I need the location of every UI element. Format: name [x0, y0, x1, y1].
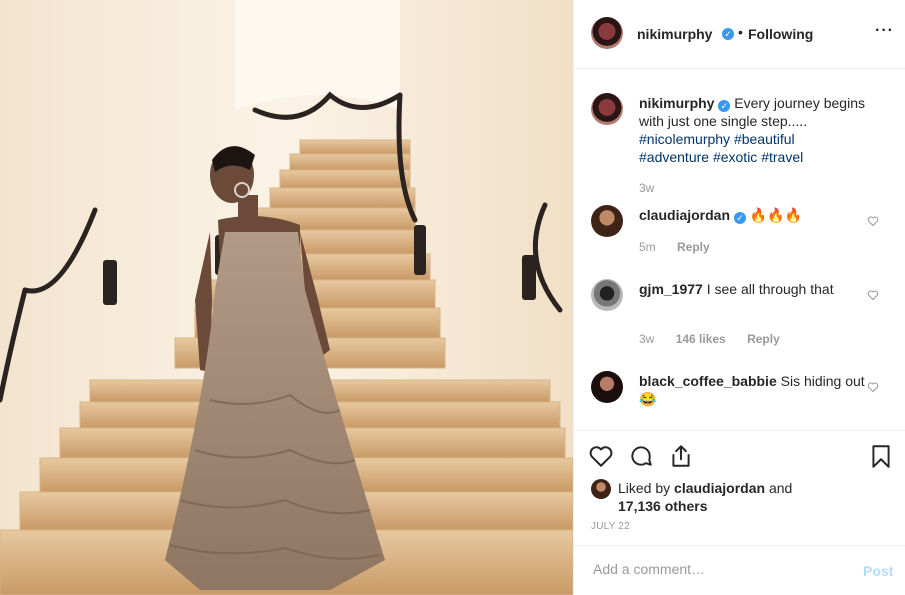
- comments-list[interactable]: nikimurphy ✓ Every journey begins with j…: [574, 70, 905, 430]
- caption-body: nikimurphy ✓ Every journey begins with j…: [639, 94, 871, 166]
- caption-time[interactable]: 3w: [639, 181, 654, 195]
- caption-username[interactable]: nikimurphy: [639, 95, 714, 111]
- comment-text: 🔥🔥🔥: [749, 207, 803, 223]
- liked-by-others[interactable]: 17,136 others: [618, 498, 708, 514]
- comment-meta: 3w 146 likes Reply: [639, 332, 798, 346]
- hashtag[interactable]: #travel: [761, 149, 803, 165]
- hashtag[interactable]: #nicolemurphy: [639, 131, 730, 147]
- comment-time[interactable]: 5m: [639, 240, 656, 254]
- commenter-avatar[interactable]: [591, 371, 623, 403]
- comment-username[interactable]: claudiajordan: [639, 207, 730, 223]
- comment-body: claudiajordan ✓ 🔥🔥🔥: [639, 206, 871, 224]
- post-date[interactable]: JULY 22: [591, 521, 630, 532]
- commenter-avatar[interactable]: [591, 279, 623, 311]
- post-comment-button[interactable]: Post: [863, 563, 893, 579]
- post-actions: Liked by claudiajordan and 17,136 others…: [574, 430, 905, 545]
- reply-button[interactable]: Reply: [677, 240, 710, 254]
- hashtag[interactable]: #beautiful: [734, 131, 795, 147]
- comment-like-heart-icon[interactable]: [867, 289, 879, 301]
- verified-badge-icon: ✓: [722, 28, 734, 40]
- add-comment-bar: Post: [574, 545, 905, 595]
- liked-by-avatar[interactable]: [591, 479, 611, 499]
- comment-like-heart-icon[interactable]: [867, 215, 879, 227]
- post-header: nikimurphy ✓ • Following ···: [574, 0, 905, 69]
- comment-time[interactable]: 3w: [639, 332, 654, 346]
- comment-input[interactable]: [591, 560, 835, 578]
- author-username[interactable]: nikimurphy: [637, 26, 712, 42]
- liked-by-prefix: Liked by: [618, 480, 671, 496]
- liked-by-text: Liked by claudiajordan and 17,136 others: [618, 479, 888, 515]
- comment-like-heart-icon[interactable]: [867, 381, 879, 393]
- comment-username[interactable]: gjm_1977: [639, 281, 703, 297]
- reply-button[interactable]: Reply: [747, 332, 780, 346]
- author-avatar[interactable]: [591, 17, 623, 49]
- comment-username[interactable]: black_coffee_babbie: [639, 373, 777, 389]
- comment-item: claudiajordan ✓ 🔥🔥🔥 5m Reply: [591, 205, 891, 265]
- post-photo[interactable]: [0, 0, 573, 595]
- liked-by-user[interactable]: claudiajordan: [674, 480, 765, 496]
- comment-item: black_coffee_babbie Sis hiding out😂: [591, 371, 891, 430]
- hashtag[interactable]: #exotic: [713, 149, 757, 165]
- comment-likes[interactable]: 146 likes: [676, 332, 726, 346]
- share-icon[interactable]: [668, 443, 694, 469]
- post-dialog: nikimurphy ✓ • Following ··· nikimurphy …: [0, 0, 905, 595]
- hashtag[interactable]: #adventure: [639, 149, 709, 165]
- comment-icon[interactable]: [628, 443, 654, 469]
- verified-badge-icon: ✓: [718, 100, 731, 112]
- bookmark-icon[interactable]: [868, 443, 894, 469]
- comment-body: black_coffee_babbie Sis hiding out😂: [639, 372, 871, 408]
- photo-staircase-woman: [0, 0, 573, 595]
- post-side-panel: nikimurphy ✓ • Following ··· nikimurphy …: [573, 0, 905, 595]
- heart-icon[interactable]: [588, 443, 614, 469]
- comment-item: gjm_1977 I see all through that 3w 146 l…: [591, 279, 891, 359]
- comment-meta: 5m Reply: [639, 240, 728, 254]
- verified-badge-icon: ✓: [733, 212, 746, 224]
- comment-text: I see all through that: [706, 281, 834, 297]
- commenter-avatar[interactable]: [591, 205, 623, 237]
- caption-avatar[interactable]: [591, 93, 623, 125]
- liked-by-and: and: [768, 480, 793, 496]
- comment-body: gjm_1977 I see all through that: [639, 280, 871, 298]
- caption: nikimurphy ✓ Every journey begins with j…: [591, 93, 891, 203]
- separator-dot: •: [738, 24, 743, 40]
- caption-meta: 3w: [639, 181, 672, 195]
- more-options-icon[interactable]: ···: [875, 22, 894, 40]
- following-button[interactable]: Following: [748, 26, 813, 42]
